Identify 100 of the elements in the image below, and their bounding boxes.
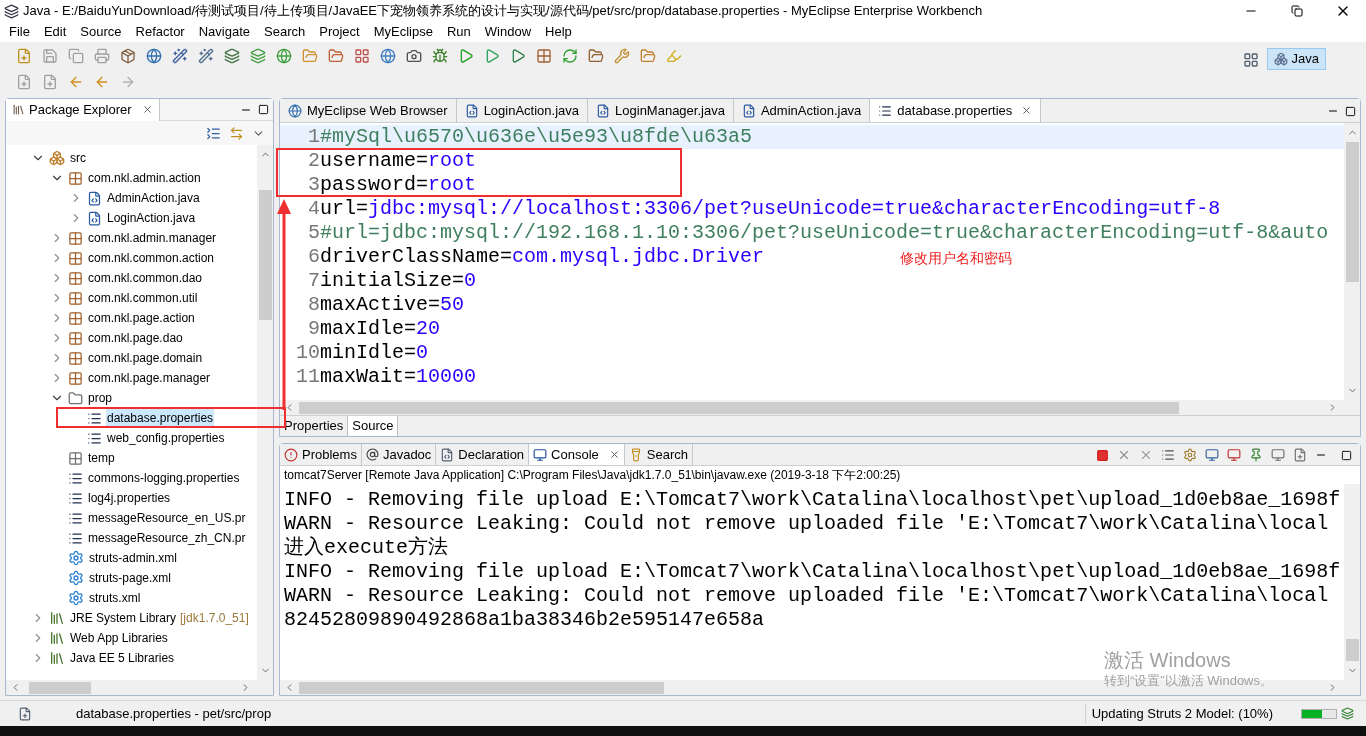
folder-icon[interactable] (328, 48, 344, 64)
tree-item[interactable]: com.nkl.common.action (87, 249, 216, 267)
run-icon[interactable] (484, 48, 500, 64)
stop-icon[interactable] (1096, 448, 1109, 462)
menu-item[interactable]: Project (312, 22, 367, 42)
scrollbar[interactable] (1344, 123, 1360, 400)
close-icon[interactable] (141, 104, 153, 115)
globe-icon[interactable] (276, 48, 292, 64)
remove-all-icon[interactable] (1139, 448, 1153, 462)
scroll-thumb[interactable] (258, 190, 272, 320)
tree-item[interactable]: com.nkl.admin.action (87, 169, 202, 187)
tree-item[interactable]: Web App Libraries (69, 629, 169, 647)
layers-icon[interactable] (224, 48, 240, 64)
save-icon[interactable] (42, 48, 58, 64)
horizontal-scrollbar[interactable] (280, 400, 1360, 415)
remove-icon[interactable] (1117, 448, 1131, 462)
file-icon[interactable] (16, 74, 32, 90)
horizontal-scrollbar[interactable] (6, 680, 273, 695)
link-editor-icon[interactable] (229, 125, 244, 141)
tree-item[interactable]: database.properties (106, 409, 215, 427)
menu-item[interactable]: Help (538, 22, 579, 42)
tree-item[interactable]: struts.xml (88, 589, 142, 607)
scrollbar[interactable] (1344, 484, 1360, 680)
scrollbar[interactable] (257, 145, 273, 680)
tree-item[interactable]: log4j.properties (87, 489, 172, 507)
grid-icon (68, 290, 83, 306)
tree-item[interactable]: com.nkl.page.manager (87, 369, 212, 387)
new-file-icon[interactable] (16, 48, 32, 64)
maximize-icon[interactable] (1341, 449, 1352, 461)
maximize-icon[interactable] (258, 104, 269, 115)
open-perspective-icon[interactable] (1242, 52, 1259, 68)
tree-item[interactable]: temp (87, 449, 116, 467)
editor-view-tab[interactable]: Source (348, 416, 399, 436)
globe-icon[interactable] (380, 48, 396, 64)
close-icon[interactable] (1021, 105, 1033, 116)
tree-item[interactable]: web_config.properties (106, 429, 226, 447)
view-tab[interactable]: Package Explorer (6, 98, 160, 121)
scroll-thumb[interactable] (1345, 639, 1359, 661)
tree-item[interactable]: prop (87, 389, 114, 407)
tree-item[interactable]: com.nkl.admin.manager (87, 229, 218, 247)
tree-item[interactable]: com.nkl.common.dao (87, 269, 204, 287)
grid-icon[interactable] (536, 48, 552, 64)
menu-item[interactable]: Refactor (128, 22, 192, 42)
menu-item[interactable]: Search (257, 22, 313, 42)
menu-item[interactable]: Edit (36, 22, 74, 42)
tree-item[interactable]: Java EE 5 Libraries (69, 649, 176, 667)
new-console-icon[interactable] (1293, 448, 1307, 462)
menu-item[interactable]: Run (439, 22, 478, 42)
globe-icon[interactable] (146, 48, 162, 64)
tree-item[interactable]: struts-admin.xml (88, 549, 178, 567)
tree-item[interactable]: com.nkl.page.dao (87, 329, 184, 347)
tree-item[interactable]: struts-page.xml (88, 569, 173, 587)
refresh-icon[interactable] (562, 48, 578, 64)
package-icon[interactable] (120, 48, 136, 64)
scroll-thumb[interactable] (299, 681, 664, 694)
pin-icon[interactable] (1249, 448, 1263, 462)
wand-icon[interactable] (172, 48, 188, 64)
grid-icon[interactable] (354, 48, 370, 64)
tree-item[interactable]: com.nkl.page.domain (87, 349, 204, 367)
tree-item[interactable]: commons-logging.properties (87, 469, 241, 487)
camera-icon[interactable] (406, 48, 422, 64)
display-icon[interactable] (1271, 448, 1285, 462)
restore-icon[interactable] (1291, 5, 1303, 17)
menu-item[interactable]: Window (477, 22, 539, 42)
tree-item[interactable]: com.nkl.page.action (87, 309, 196, 327)
run-icon[interactable] (510, 48, 526, 64)
scroll-thumb[interactable] (29, 681, 91, 694)
view-tab[interactable]: Console (529, 444, 625, 465)
menu-item[interactable]: Source (73, 22, 129, 42)
tree-item[interactable]: src (69, 149, 87, 167)
run-icon[interactable] (458, 48, 474, 64)
highlighter-icon[interactable] (666, 48, 682, 64)
close-icon[interactable] (608, 449, 620, 460)
tree-item[interactable]: JRE System Library (69, 609, 178, 627)
wand-icon[interactable] (198, 48, 214, 64)
show-console-icon[interactable] (1227, 448, 1241, 462)
collapse-all-icon[interactable] (206, 125, 221, 141)
file-icon[interactable] (42, 74, 58, 90)
folder-icon[interactable] (588, 48, 604, 64)
menu-item[interactable]: MyEclipse (366, 22, 440, 42)
tree-item[interactable]: messageResource_en_US.pr (87, 509, 247, 527)
scroll-thumb[interactable] (299, 401, 1179, 414)
tree-item[interactable]: AdminAction.java (106, 189, 201, 207)
perspective-button[interactable]: Java (1266, 48, 1326, 70)
scroll-thumb[interactable] (1345, 142, 1359, 282)
save-all-icon[interactable] (68, 48, 84, 64)
editor-tab[interactable]: database.properties (870, 99, 1042, 122)
tree-item[interactable]: LoginAction.java (106, 209, 197, 227)
layers-icon[interactable] (250, 48, 266, 64)
tree-item[interactable]: com.nkl.common.util (87, 289, 199, 307)
menu-item[interactable]: Navigate (191, 22, 257, 42)
menu-item[interactable]: File (2, 22, 37, 42)
show-console-icon[interactable] (1205, 448, 1219, 462)
print-icon[interactable] (94, 48, 110, 64)
tree-item[interactable]: messageResource_zh_CN.pr (87, 529, 247, 547)
maximize-icon[interactable] (1345, 106, 1356, 117)
folder-icon[interactable] (302, 48, 318, 64)
folder-icon[interactable] (640, 48, 656, 64)
bug-icon[interactable] (432, 48, 448, 64)
wrench-icon[interactable] (614, 48, 630, 64)
